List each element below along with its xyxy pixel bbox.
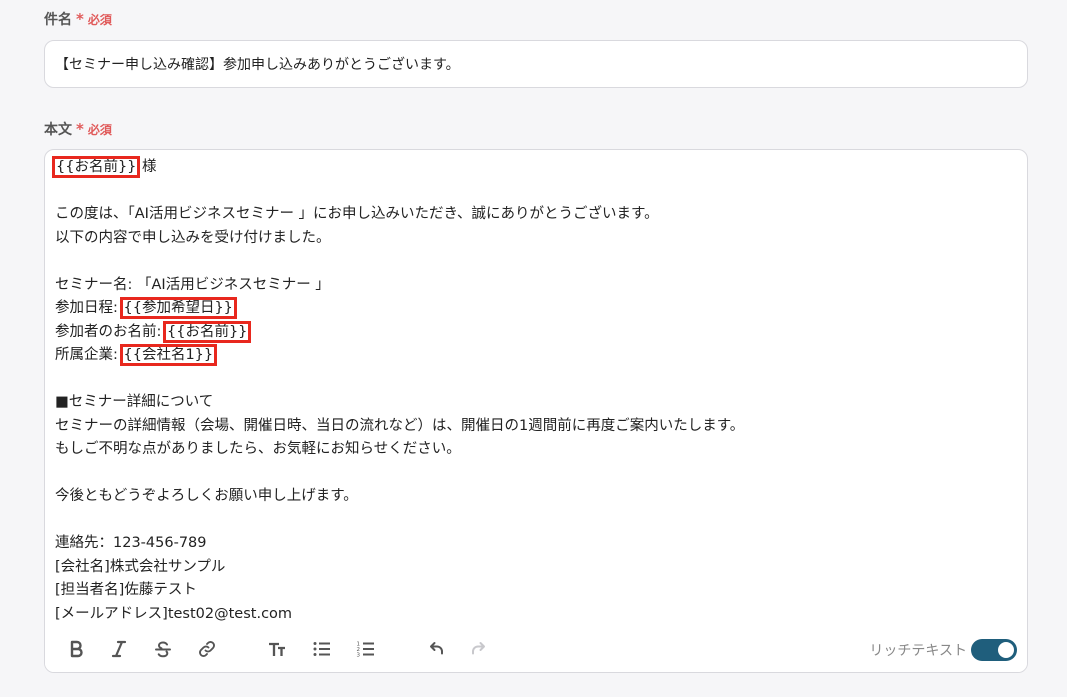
body-line: 以下の内容で申し込みを受け付けました。 (55, 229, 331, 246)
body-line: 参加日程: {{参加希望日}} (55, 297, 1017, 321)
variable-date-tag[interactable]: {{参加希望日}} (119, 297, 237, 319)
variable-company-tag[interactable]: {{会社名1}} (119, 344, 218, 366)
body-line: {{お名前}} 様 (51, 156, 1017, 180)
body-line: 連絡先：123-456-789 (55, 535, 207, 551)
subject-input-value: 【セミナー申し込み確認】参加申し込みありがとうございます。 (55, 57, 460, 73)
body-line: [メールアドレス]test02@test.com (55, 605, 293, 622)
body-line: もしご不明な点がありましたら、お気軽にお知らせください。 (55, 441, 461, 457)
body-line: セミナーの詳細情報（会場、開催日時、当日の流れなど）は、開催日の1週間前に再度ご… (55, 417, 745, 434)
text-size-icon[interactable] (266, 638, 288, 660)
body-label: 本文 * 必須 (44, 119, 112, 139)
undo-icon[interactable] (424, 638, 446, 660)
numbered-list-icon[interactable]: 123 (355, 638, 377, 660)
body-line: [会社名]株式会社サンプル (55, 558, 226, 575)
body-line: 参加者のお名前: {{お名前}} (55, 320, 1017, 345)
link-icon[interactable] (196, 638, 218, 660)
subject-input[interactable]: 【セミナー申し込み確認】参加申し込みありがとうございます。 (44, 40, 1028, 88)
redo-icon[interactable] (469, 638, 491, 660)
required-mark: * (76, 120, 84, 138)
editor-toolbar: 123 リッチテキスト (45, 626, 1027, 672)
required-mark: * (76, 10, 84, 28)
body-text: 様 (137, 159, 157, 175)
svg-text:3: 3 (357, 653, 361, 659)
variable-name-tag[interactable]: {{お名前}} (51, 156, 141, 178)
body-line: 今後ともどうぞよろしくお願い申し上げます。 (55, 488, 358, 504)
strikethrough-icon[interactable] (152, 638, 174, 660)
required-text: 必須 (87, 122, 112, 137)
subject-label: 件名 * 必須 (44, 9, 112, 29)
subject-label-text: 件名 (44, 12, 72, 28)
body-text: 所属企業: (55, 347, 123, 363)
variable-name-tag[interactable]: {{お名前}} (162, 320, 252, 343)
required-text: 必須 (87, 12, 112, 27)
body-editor[interactable]: {{お名前}} 様 この度は、「AI活用ビジネスセミナー 」にお申し込みいただき… (44, 149, 1028, 673)
body-text-area[interactable]: {{お名前}} 様 この度は、「AI活用ビジネスセミナー 」にお申し込みいただき… (51, 156, 1017, 626)
body-line: ■セミナー詳細について (55, 394, 214, 410)
bold-icon[interactable] (65, 638, 87, 660)
rich-text-label: リッチテキスト (869, 643, 967, 659)
body-text: 参加日程: (55, 300, 123, 316)
rich-text-toggle[interactable] (971, 639, 1017, 661)
toggle-knob (998, 642, 1014, 658)
italic-icon[interactable] (108, 638, 130, 660)
body-label-text: 本文 (44, 122, 72, 138)
body-line: この度は、「AI活用ビジネスセミナー 」にお申し込みいただき、誠にありがとうござ… (55, 206, 659, 222)
body-line: セミナー名: 「AI活用ビジネスセミナー 」 (55, 276, 330, 293)
body-line: 所属企業: {{会社名1}} (55, 344, 1017, 368)
body-text: 参加者のお名前: (55, 323, 166, 340)
bullet-list-icon[interactable] (311, 638, 333, 660)
body-line: [担当者名]佐藤テスト (55, 582, 197, 598)
